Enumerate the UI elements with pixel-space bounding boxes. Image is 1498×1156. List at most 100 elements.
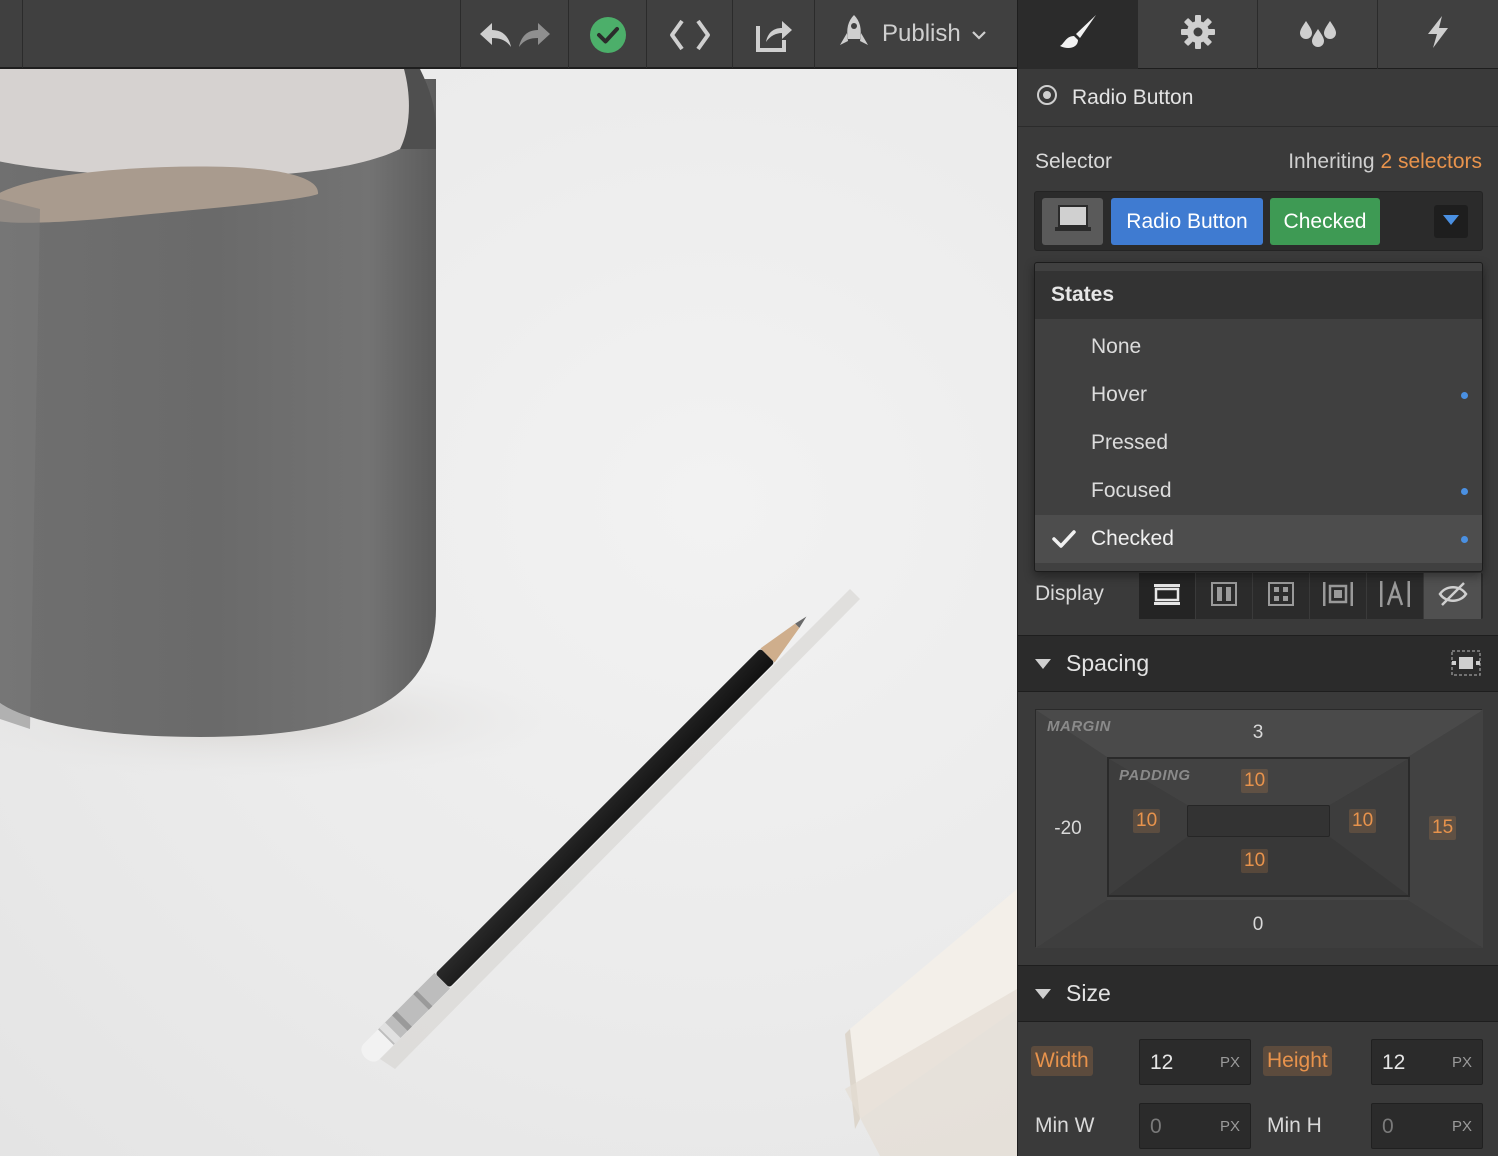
min-height-label: Min H <box>1267 1114 1322 1137</box>
lightning-icon <box>1424 14 1452 55</box>
chevron-down-icon <box>971 20 987 48</box>
state-modified-dot <box>1461 392 1468 399</box>
height-unit[interactable]: PX <box>1452 1054 1472 1071</box>
style-panel: Radio Button Selector Inheriting 2 selec… <box>1017 0 1498 1156</box>
top-toolbar: Publish <box>0 0 1017 69</box>
design-canvas[interactable] <box>0 69 1017 1156</box>
export-icon[interactable] <box>754 16 794 59</box>
selector-label: Selector <box>1035 150 1113 173</box>
state-item-none[interactable]: None <box>1035 323 1482 371</box>
padding-box: PADDING 10 10 10 10 <box>1107 757 1410 897</box>
min-width-value: 0 <box>1150 1115 1162 1138</box>
state-item-pressed[interactable]: Pressed <box>1035 419 1482 467</box>
width-value: 12 <box>1150 1051 1174 1074</box>
rocket-icon <box>836 13 872 56</box>
margin-right-value[interactable]: 15 <box>1429 816 1457 840</box>
status-check-icon[interactable] <box>589 16 627 59</box>
height-label[interactable]: Height <box>1263 1046 1332 1076</box>
state-label: None <box>1091 335 1142 358</box>
spacing-section-header[interactable]: Spacing <box>1018 635 1498 692</box>
toolbar-divider <box>568 0 569 68</box>
state-item-checked[interactable]: Checked <box>1035 515 1482 563</box>
spacing-title: Spacing <box>1066 650 1150 676</box>
width-label[interactable]: Width <box>1031 1046 1093 1076</box>
state-item-focused[interactable]: Focused <box>1035 467 1482 515</box>
state-dropdown-toggle[interactable] <box>1434 205 1468 238</box>
width-input[interactable]: 12 PX <box>1139 1039 1251 1085</box>
inheriting-prefix: Inheriting <box>1288 150 1375 173</box>
state-label: Checked <box>1091 527 1174 550</box>
width-unit[interactable]: PX <box>1220 1054 1240 1071</box>
display-none-button[interactable] <box>1424 573 1481 619</box>
tab-settings[interactable] <box>1138 0 1258 69</box>
min-height-value: 0 <box>1382 1115 1394 1138</box>
display-inline-button[interactable] <box>1367 573 1424 619</box>
height-input[interactable]: 12 PX <box>1371 1039 1483 1085</box>
tab-style-manager[interactable] <box>1258 0 1378 69</box>
margin-top-value[interactable]: 3 <box>1240 722 1276 744</box>
display-inline-block-icon <box>1323 581 1353 611</box>
collapse-triangle-icon <box>1035 989 1051 999</box>
margin-bottom-value[interactable]: 0 <box>1240 914 1276 936</box>
display-inline-block-button[interactable] <box>1310 573 1367 619</box>
min-width-input[interactable]: 0 PX <box>1139 1103 1251 1149</box>
undo-icon[interactable] <box>478 14 514 59</box>
display-block-button[interactable] <box>1139 573 1196 619</box>
inheriting-text: Inheriting 2 selectors <box>1288 150 1482 174</box>
redo-icon[interactable] <box>516 14 552 59</box>
panel-tabs <box>1018 0 1498 69</box>
selected-element-row: Radio Button <box>1018 70 1498 127</box>
gear-icon <box>1180 14 1216 55</box>
height-value: 12 <box>1382 1051 1406 1074</box>
state-modified-dot <box>1461 488 1468 495</box>
state-label: Pressed <box>1091 431 1169 454</box>
size-section-header[interactable]: Size <box>1018 965 1498 1022</box>
toolbar-divider <box>814 0 815 68</box>
toolbar-divider <box>460 0 461 68</box>
display-grid-button[interactable] <box>1253 573 1310 619</box>
display-flex-icon <box>1211 581 1237 611</box>
publish-label: Publish <box>882 20 961 47</box>
radio-button-icon <box>1036 84 1058 112</box>
size-title: Size <box>1066 980 1111 1006</box>
collapse-triangle-icon <box>1035 659 1051 669</box>
display-options <box>1139 573 1483 619</box>
margin-box: MARGIN 3 -20 15 0 PADDING 10 10 10 10 <box>1035 709 1483 948</box>
selector-field[interactable]: Radio Button Checked <box>1034 191 1483 251</box>
publish-button[interactable]: Publish <box>836 14 987 54</box>
states-header: States <box>1035 271 1482 319</box>
spacing-mode-icon[interactable] <box>1451 650 1481 682</box>
toolbar-divider <box>732 0 733 68</box>
paintbrush-icon <box>1056 12 1100 57</box>
margin-label: MARGIN <box>1047 718 1111 735</box>
min-height-input[interactable]: 0 PX <box>1371 1103 1483 1149</box>
padding-left-value[interactable]: 10 <box>1133 809 1161 833</box>
tab-style[interactable] <box>1018 0 1138 69</box>
display-grid-icon <box>1268 581 1294 611</box>
min-height-unit[interactable]: PX <box>1452 1118 1472 1135</box>
display-label: Display <box>1035 582 1104 605</box>
tab-interactions[interactable] <box>1378 0 1498 69</box>
margin-left-value[interactable]: -20 <box>1046 818 1090 840</box>
eye-off-icon <box>1437 581 1468 612</box>
content-box <box>1187 805 1330 837</box>
inheriting-selectors-link[interactable]: 2 selectors <box>1380 150 1482 173</box>
caret-down-icon <box>1442 213 1460 231</box>
droplets-icon <box>1298 15 1338 54</box>
display-flex-button[interactable] <box>1196 573 1253 619</box>
min-width-label: Min W <box>1035 1114 1095 1137</box>
device-selector[interactable] <box>1042 198 1103 245</box>
class-chip-radio-button[interactable]: Radio Button <box>1111 198 1263 245</box>
state-modified-dot <box>1461 536 1468 543</box>
min-width-unit[interactable]: PX <box>1220 1118 1240 1135</box>
state-label: Hover <box>1091 383 1148 406</box>
state-item-hover[interactable]: Hover <box>1035 371 1482 419</box>
code-icon[interactable] <box>668 18 712 57</box>
display-block-icon <box>1154 583 1180 610</box>
checkmark-icon <box>1051 527 1077 557</box>
padding-top-value[interactable]: 10 <box>1241 769 1269 793</box>
padding-bottom-value[interactable]: 10 <box>1241 849 1269 873</box>
state-chip-checked[interactable]: Checked <box>1270 198 1380 245</box>
laptop-icon <box>1054 204 1092 239</box>
padding-right-value[interactable]: 10 <box>1349 809 1377 833</box>
